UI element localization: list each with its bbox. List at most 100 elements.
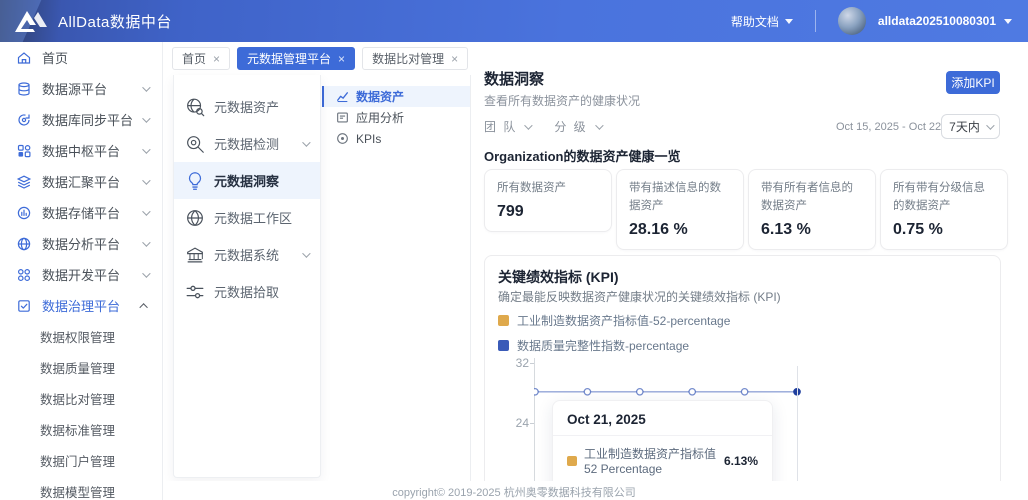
blocks-icon bbox=[16, 143, 32, 159]
subnav-item-app-analysis[interactable]: 应用分析 bbox=[322, 107, 470, 128]
sidebar-subitem-permission[interactable]: 数据权限管理 bbox=[0, 321, 162, 352]
filter-bar: 团 队 分 级 bbox=[484, 118, 601, 135]
home-icon bbox=[16, 50, 32, 66]
chart-point[interactable] bbox=[637, 389, 643, 395]
stat-value: 0.75 % bbox=[893, 221, 995, 239]
chart-point[interactable] bbox=[534, 389, 538, 395]
stat-value: 6.13 % bbox=[761, 221, 863, 239]
content-divider bbox=[470, 75, 471, 481]
overview-title: Organization的数据资产健康一览 bbox=[484, 146, 680, 165]
header-divider bbox=[815, 10, 816, 32]
user-menu-chevron-icon[interactable] bbox=[1004, 19, 1012, 24]
app-logo: AllData数据中台 bbox=[14, 8, 172, 34]
sidebar-item-data-storage[interactable]: 数据存储平台 bbox=[0, 197, 162, 228]
chevron-down-icon bbox=[142, 238, 150, 246]
chevron-down-icon bbox=[595, 121, 603, 129]
stat-card-described-assets: 带有描述信息的数据资产 28.16 % bbox=[616, 169, 744, 250]
chevron-down-icon bbox=[142, 83, 150, 91]
report-icon bbox=[336, 111, 349, 124]
tab-bar: 首页 × 元数据管理平台 × 数据比对管理 × bbox=[172, 47, 468, 70]
chevron-down-icon bbox=[986, 121, 994, 129]
tab-home[interactable]: 首页 × bbox=[172, 47, 230, 70]
chevron-down-icon bbox=[525, 121, 533, 129]
stat-value: 28.16 % bbox=[629, 221, 731, 239]
chevron-down-icon bbox=[142, 207, 150, 215]
close-icon[interactable]: × bbox=[213, 53, 220, 65]
storage-chart-icon bbox=[16, 205, 32, 221]
app-header: AllData数据中台 帮助文档 alldata202510080301 bbox=[0, 0, 1028, 42]
grade-filter[interactable]: 分 级 bbox=[554, 118, 600, 135]
chart-point[interactable] bbox=[689, 389, 695, 395]
tooltip-row-industrial: 工业制造数据资产指标值 52 Percentage 6.13% bbox=[553, 443, 772, 478]
stat-cards: 所有数据资产 799 带有描述信息的数据资产 28.16 % 带有所有者信息的数… bbox=[484, 169, 1008, 250]
bank-icon bbox=[184, 244, 206, 266]
sidebar-item-data-hub[interactable]: 数据中枢平台 bbox=[0, 135, 162, 166]
primary-sidebar: 首页 数据源平台 数据库同步平台 数据中枢平台 数据汇聚平台 数据存储平台 数据… bbox=[0, 42, 163, 500]
menu-item-meta-workspace[interactable]: 元数据工作区 bbox=[174, 199, 320, 236]
sidebar-item-data-aggregation[interactable]: 数据汇聚平台 bbox=[0, 166, 162, 197]
magnifier-icon bbox=[184, 133, 206, 155]
stat-card-graded-assets: 所有带有分级信息的数据资产 0.75 % bbox=[880, 169, 1008, 250]
legend-item-quality[interactable]: 数据质量完整性指数-percentage bbox=[498, 337, 689, 354]
menu-item-meta-insight[interactable]: 元数据洞察 bbox=[174, 162, 320, 199]
sidebar-item-data-dev[interactable]: 数据开发平台 bbox=[0, 259, 162, 290]
sync-icon bbox=[16, 112, 32, 128]
chevron-down-icon bbox=[302, 249, 310, 257]
page-subtitle: 查看所有数据资产的健康状况 bbox=[484, 92, 640, 109]
close-icon[interactable]: × bbox=[451, 53, 458, 65]
range-select[interactable]: 7天内 bbox=[941, 114, 1000, 139]
tab-data-compare[interactable]: 数据比对管理 × bbox=[362, 47, 468, 70]
lightbulb-icon bbox=[184, 170, 206, 192]
add-kpi-button[interactable]: 添加KPI bbox=[946, 71, 1000, 94]
gauge-icon bbox=[336, 132, 349, 145]
kpi-panel-title: 关键绩效指标 (KPI) bbox=[498, 267, 619, 287]
chevron-down-icon bbox=[142, 114, 150, 122]
close-icon[interactable]: × bbox=[338, 53, 345, 65]
menu-item-meta-asset[interactable]: 元数据资产 bbox=[174, 88, 320, 125]
sidebar-subitem-standard[interactable]: 数据标准管理 bbox=[0, 414, 162, 445]
chevron-up-icon bbox=[139, 303, 147, 311]
page-title: 数据洞察 bbox=[484, 68, 544, 89]
grid-circles-icon bbox=[16, 267, 32, 283]
subnav-item-data-asset[interactable]: 数据资产 bbox=[322, 86, 470, 107]
globe-icon bbox=[184, 207, 206, 229]
sidebar-subitem-quality[interactable]: 数据质量管理 bbox=[0, 352, 162, 383]
sliders-icon bbox=[184, 281, 206, 303]
app-title: AllData数据中台 bbox=[58, 11, 172, 32]
menu-item-meta-system[interactable]: 元数据系统 bbox=[174, 236, 320, 273]
chart-point[interactable] bbox=[741, 389, 747, 395]
avatar[interactable] bbox=[838, 7, 866, 35]
y-axis-tick-label: 32 bbox=[503, 356, 529, 370]
chevron-down-icon bbox=[142, 176, 150, 184]
chart-point[interactable] bbox=[584, 389, 590, 395]
sidebar-subitem-portal[interactable]: 数据门户管理 bbox=[0, 445, 162, 476]
y-axis-tick-label: 24 bbox=[503, 416, 529, 430]
sidebar-item-data-governance[interactable]: 数据治理平台 bbox=[0, 290, 162, 321]
stat-card-owned-assets: 带有所有者信息的数据资产 6.13 % bbox=[748, 169, 876, 250]
checklist-icon bbox=[16, 298, 32, 314]
chevron-down-icon bbox=[142, 145, 150, 153]
legend-swatch bbox=[498, 315, 509, 326]
legend-item-industrial[interactable]: 工业制造数据资产指标值-52-percentage bbox=[498, 312, 730, 329]
stat-card-all-assets: 所有数据资产 799 bbox=[484, 169, 612, 232]
trend-chart-icon bbox=[336, 90, 349, 103]
sidebar-item-home[interactable]: 首页 bbox=[0, 42, 162, 73]
globe-analysis-icon bbox=[16, 236, 32, 252]
team-filter[interactable]: 团 队 bbox=[484, 118, 530, 135]
legend-swatch bbox=[498, 340, 509, 351]
chevron-down-icon bbox=[785, 19, 793, 24]
insight-subnav: 数据资产 应用分析 KPIs bbox=[322, 86, 470, 149]
globe-search-icon bbox=[184, 96, 206, 118]
help-docs-menu[interactable]: 帮助文档 bbox=[731, 13, 793, 30]
chevron-down-icon bbox=[302, 138, 310, 146]
sidebar-subitem-compare[interactable]: 数据比对管理 bbox=[0, 383, 162, 414]
menu-item-meta-detect[interactable]: 元数据检测 bbox=[174, 125, 320, 162]
sidebar-item-db-sync[interactable]: 数据库同步平台 bbox=[0, 104, 162, 135]
sidebar-item-datasource[interactable]: 数据源平台 bbox=[0, 73, 162, 104]
subnav-item-kpis[interactable]: KPIs bbox=[322, 128, 470, 149]
metadata-menu-panel: 元数据资产 元数据检测 元数据洞察 元数据工作区 元数据系统 元数据拾取 bbox=[173, 75, 321, 478]
tab-metadata-platform[interactable]: 元数据管理平台 × bbox=[237, 47, 355, 70]
sidebar-item-data-analysis[interactable]: 数据分析平台 bbox=[0, 228, 162, 259]
username: alldata202510080301 bbox=[878, 14, 996, 28]
menu-item-meta-pickup[interactable]: 元数据拾取 bbox=[174, 273, 320, 310]
